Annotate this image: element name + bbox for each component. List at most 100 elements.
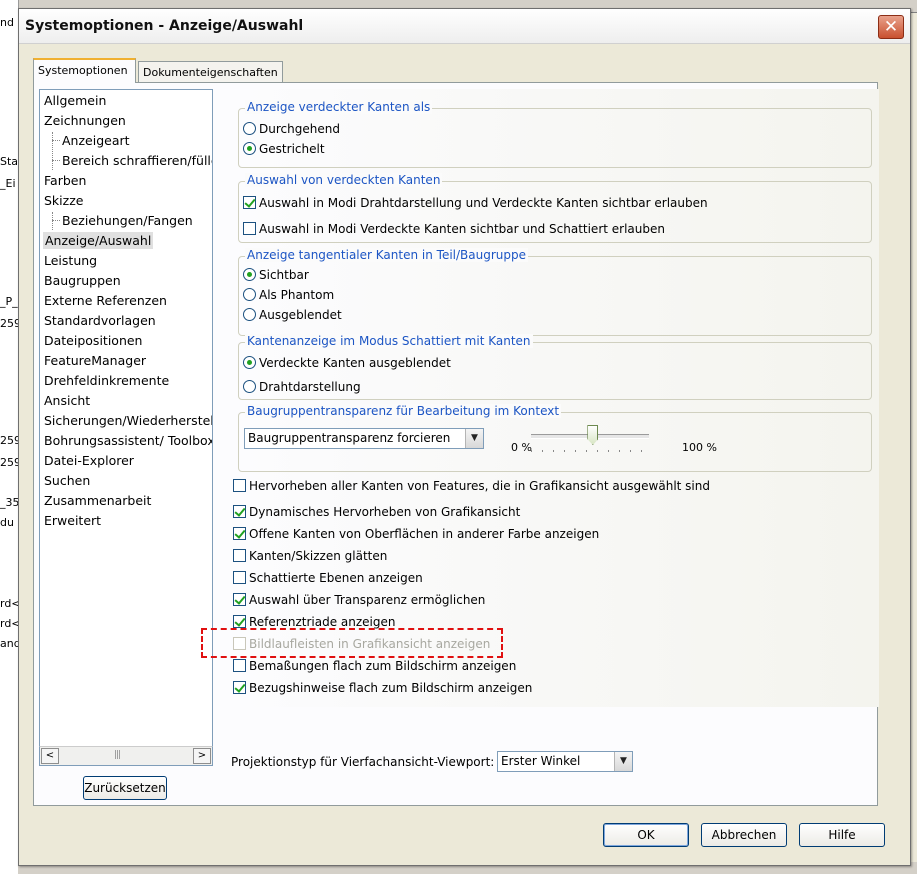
radio-button[interactable] [243, 268, 256, 281]
checkbox[interactable] [233, 549, 246, 562]
radio-gestrichelt[interactable]: Gestrichelt [243, 142, 325, 156]
checkbox-smooth-edges[interactable]: Kanten/Skizzen glätten [233, 549, 387, 563]
checkbox-dimensions-flat[interactable]: Bemaßungen flach zum Bildschirm anzeigen [233, 659, 516, 673]
transparency-combo[interactable]: Baugruppentransparenz forcieren ▼ [244, 428, 484, 449]
option-label: Drahtdarstellung [259, 380, 361, 394]
checkbox-highlight-all-edges[interactable]: Hervorheben aller Kanten von Features, d… [233, 479, 710, 493]
tree-item-beziehungen-fangen[interactable]: Beziehungen/Fangen [62, 213, 193, 228]
radio-ausgeblendet[interactable]: Ausgeblendet [243, 308, 342, 322]
checkbox[interactable] [233, 479, 246, 492]
options-tree[interactable]: Allgemein Zeichnungen Anzeigeart Bereich… [39, 89, 213, 766]
checkbox[interactable] [233, 659, 246, 672]
chevron-down-icon[interactable]: ▼ [465, 429, 483, 448]
tree-item-standardvorlagen[interactable]: Standardvorlagen [44, 313, 156, 328]
option-label: Dynamisches Hervorheben von Grafikansich… [249, 505, 521, 519]
scroll-left-button[interactable]: < [41, 748, 59, 764]
checkbox[interactable] [233, 681, 246, 694]
option-label: Ausgeblendet [259, 308, 342, 322]
reset-button[interactable]: Zurücksetzen [83, 776, 167, 800]
background-text: _35 [0, 496, 19, 509]
tree-item-bohrungsassistent[interactable]: Bohrungsassistent/ Toolbox [44, 433, 212, 448]
background-window: nd Sta _Ei _P_ 259 259 259 _35 du rd< rd… [0, 0, 19, 874]
checkbox-select-wireframe[interactable]: Auswahl in Modi Drahtdarstellung und Ver… [243, 196, 861, 210]
radio-sichtbar[interactable]: Sichtbar [243, 268, 309, 282]
option-label: Hervorheben aller Kanten von Features, d… [249, 479, 710, 493]
tree-item-allgemein[interactable]: Allgemein [44, 93, 106, 108]
projection-combo[interactable]: Erster Winkel ▼ [497, 751, 633, 772]
checkbox[interactable] [243, 196, 256, 209]
radio-durchgehend[interactable]: Durchgehend [243, 122, 340, 136]
option-label: Sichtbar [259, 268, 309, 282]
help-button[interactable]: Hilfe [799, 823, 885, 847]
checkbox[interactable] [233, 615, 246, 628]
background-text: _P_ [0, 295, 18, 308]
radio-button[interactable] [243, 380, 256, 393]
combo-value: Baugruppentransparenz forcieren [248, 431, 451, 445]
checkbox-dynamic-highlight[interactable]: Dynamisches Hervorheben von Grafikansich… [233, 505, 520, 519]
radio-button[interactable] [243, 356, 256, 369]
radio-als-phantom[interactable]: Als Phantom [243, 288, 334, 302]
background-text: and [0, 637, 19, 650]
checkbox[interactable] [233, 505, 246, 518]
tree-item-erweitert[interactable]: Erweitert [44, 513, 101, 528]
radio-button[interactable] [243, 308, 256, 321]
option-label: Kanten/Skizzen glätten [249, 549, 388, 563]
checkbox-select-through-transparency[interactable]: Auswahl über Transparenz ermöglichen [233, 593, 485, 607]
scroll-right-button[interactable]: > [193, 748, 211, 764]
tree-item-datei-explorer[interactable]: Datei-Explorer [44, 453, 134, 468]
title-bar[interactable]: Systemoptionen - Anzeige/Auswahl ✕ [19, 9, 910, 44]
option-label: Bezugshinweise flach zum Bildschirm anze… [249, 681, 533, 695]
checkbox-reference-triad[interactable]: Referenztriade anzeigen [233, 615, 395, 629]
scroll-grip-icon[interactable]: ||| [114, 750, 121, 760]
radio-verdeckte-kanten-ausgeblendet[interactable]: Verdeckte Kanten ausgeblendet [243, 356, 451, 370]
option-label: Bemaßungen flach zum Bildschirm anzeigen [249, 659, 517, 673]
cancel-button[interactable]: Abbrechen [701, 823, 787, 847]
checkbox-shaded-planes[interactable]: Schattierte Ebenen anzeigen [233, 571, 423, 585]
checkbox[interactable] [243, 222, 256, 235]
checkbox[interactable] [233, 571, 246, 584]
tree-item-featuremanager[interactable]: FeatureManager [44, 353, 146, 368]
background-text: _Ei [0, 177, 16, 190]
slider-max-label: 100 % [682, 441, 717, 454]
option-label: Referenztriade anzeigen [249, 615, 396, 629]
radio-button[interactable] [243, 142, 256, 155]
radio-button[interactable] [243, 122, 256, 135]
tree-item-ansicht[interactable]: Ansicht [44, 393, 90, 408]
tree-item-bereich-schraffieren[interactable]: Bereich schraffieren/füllen [62, 153, 212, 168]
tree-item-dateipositionen[interactable]: Dateipositionen [44, 333, 142, 348]
checkbox[interactable] [233, 593, 246, 606]
checkbox[interactable] [233, 527, 246, 540]
radio-drahtdarstellung[interactable]: Drahtdarstellung [243, 380, 361, 394]
background-text: du [0, 516, 14, 529]
tree-item-anzeigeart[interactable]: Anzeigeart [62, 133, 130, 148]
tab-dokumenteigenschaften[interactable]: Dokumenteigenschaften [138, 61, 283, 83]
tree-item-zusammenarbeit[interactable]: Zusammenarbeit [44, 493, 151, 508]
tree-item-anzeige-auswahl[interactable]: Anzeige/Auswahl [43, 232, 154, 249]
option-label: Durchgehend [259, 122, 340, 136]
tree-item-zeichnungen[interactable]: Zeichnungen [44, 113, 126, 128]
ok-button[interactable]: OK [603, 823, 689, 847]
tree-item-drehfeldinkremente[interactable]: Drehfeldinkremente [44, 373, 169, 388]
background-text: 259 [0, 317, 19, 330]
close-button[interactable]: ✕ [878, 15, 904, 39]
option-label: Auswahl in Modi Drahtdarstellung und Ver… [259, 196, 708, 210]
tree-item-baugruppen[interactable]: Baugruppen [44, 273, 121, 288]
chevron-right-icon: > [197, 750, 207, 761]
checkbox-annotations-flat[interactable]: Bezugshinweise flach zum Bildschirm anze… [233, 681, 532, 695]
chevron-down-icon[interactable]: ▼ [614, 752, 632, 771]
tree-horizontal-scrollbar[interactable]: < ||| > [39, 746, 213, 766]
radio-button[interactable] [243, 288, 256, 301]
background-text: rd< [0, 617, 19, 630]
checkbox-select-shaded[interactable]: Auswahl in Modi Verdeckte Kanten sichtba… [243, 222, 861, 236]
group-title: Auswahl von verdeckten Kanten [245, 173, 443, 187]
tab-systemoptionen[interactable]: Systemoptionen [33, 58, 136, 83]
tree-item-farben[interactable]: Farben [44, 173, 86, 188]
group-title: Baugruppentransparenz für Bearbeitung im… [245, 404, 562, 418]
tree-item-sicherungen[interactable]: Sicherungen/Wiederherstellen [44, 413, 212, 428]
tree-item-leistung[interactable]: Leistung [44, 253, 97, 268]
background-text: 259 [0, 434, 19, 447]
tree-item-externe-referenzen[interactable]: Externe Referenzen [44, 293, 167, 308]
tree-item-suchen[interactable]: Suchen [44, 473, 90, 488]
tree-item-skizze[interactable]: Skizze [44, 193, 83, 208]
checkbox-open-edges-color[interactable]: Offene Kanten von Oberflächen in anderer… [233, 527, 599, 541]
